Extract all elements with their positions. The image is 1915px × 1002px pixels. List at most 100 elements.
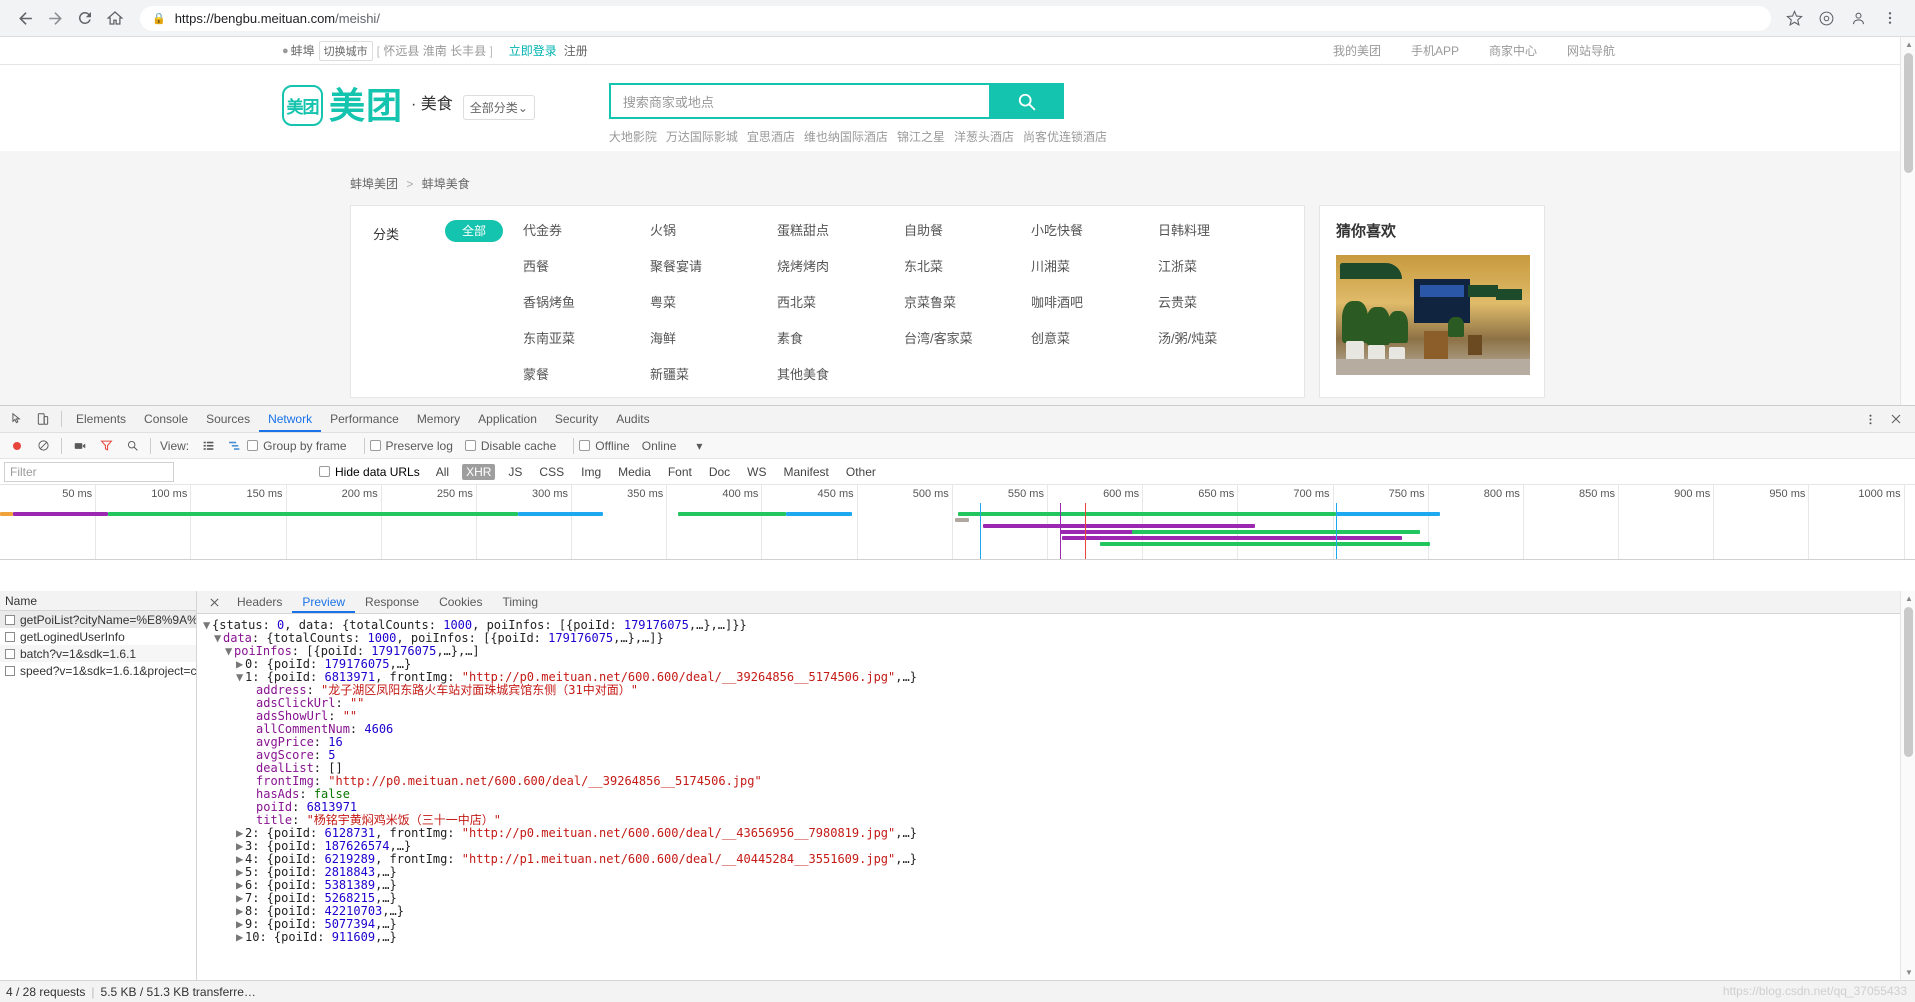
- category-item[interactable]: 咖啡酒吧: [1031, 292, 1158, 311]
- tab-audits[interactable]: Audits: [607, 406, 658, 432]
- category-item[interactable]: 其他美食: [777, 364, 904, 383]
- json-line[interactable]: adsClickUrl: "": [203, 696, 1915, 710]
- category-item[interactable]: 自助餐: [904, 220, 1031, 239]
- request-row[interactable]: batch?v=1&sdk=1.6.1: [0, 645, 196, 662]
- json-line[interactable]: avgPrice: 16: [203, 735, 1915, 749]
- offline-checkbox[interactable]: Offline: [579, 439, 630, 453]
- category-item[interactable]: 云贵菜: [1158, 292, 1285, 311]
- funnel-filter-icon[interactable]: [93, 433, 119, 459]
- hide-data-urls-checkbox[interactable]: Hide data URLs: [319, 465, 420, 479]
- hot-word-0[interactable]: 大地影院: [609, 128, 657, 145]
- json-line[interactable]: ▶ 9: {poiId: 5077394,…}: [203, 917, 1915, 931]
- detail-tab-headers[interactable]: Headers: [227, 591, 292, 613]
- json-line[interactable]: ▶ 2: {poiId: 6128731, frontImg: "http://p…: [203, 826, 1915, 840]
- request-checkbox[interactable]: [5, 648, 15, 659]
- tab-console[interactable]: Console: [135, 406, 197, 432]
- expand-triangle-closed-icon[interactable]: ▶: [236, 930, 245, 944]
- json-line[interactable]: ▶ 8: {poiId: 42210703,…}: [203, 904, 1915, 918]
- screenshot-camera-icon[interactable]: [67, 433, 93, 459]
- type-filter-img[interactable]: Img: [577, 464, 605, 480]
- detail-tab-cookies[interactable]: Cookies: [429, 591, 492, 613]
- restaurant-storefront-photo[interactable]: [1336, 255, 1530, 375]
- category-item[interactable]: 蛋糕甜点: [777, 220, 904, 239]
- home-icon[interactable]: [100, 3, 130, 33]
- json-line[interactable]: ▼ poiInfos: [{poiId: 179176075,…},…]: [203, 644, 1915, 658]
- nav-site-map[interactable]: 网站导航: [1567, 42, 1615, 59]
- kebab-menu-icon[interactable]: [1857, 406, 1883, 432]
- category-item[interactable]: 聚餐宴请: [650, 256, 777, 275]
- request-checkbox[interactable]: [5, 614, 15, 625]
- request-checkbox[interactable]: [5, 665, 15, 676]
- hot-word-6[interactable]: 尚客优连锁酒店: [1023, 128, 1107, 145]
- login-link[interactable]: 立即登录: [509, 42, 557, 59]
- json-line[interactable]: hasAds: false: [203, 787, 1915, 801]
- category-item[interactable]: 海鲜: [650, 328, 777, 347]
- scroll-up-arrow[interactable]: ▲: [1905, 40, 1913, 49]
- scroll-up-arrow[interactable]: ▲: [1905, 594, 1913, 603]
- nearby-city-0[interactable]: 怀远县: [383, 44, 419, 58]
- category-item[interactable]: 江浙菜: [1158, 256, 1285, 275]
- detail-tab-timing[interactable]: Timing: [492, 591, 548, 613]
- json-line[interactable]: adsShowUrl: "": [203, 709, 1915, 723]
- category-select[interactable]: 全部分类⌄: [462, 95, 535, 120]
- type-filter-manifest[interactable]: Manifest: [780, 464, 833, 480]
- hot-word-5[interactable]: 洋葱头酒店: [954, 128, 1014, 145]
- reload-icon[interactable]: [70, 3, 100, 33]
- type-filter-css[interactable]: CSS: [535, 464, 568, 480]
- tab-sources[interactable]: Sources: [197, 406, 259, 432]
- record-stop-icon[interactable]: [4, 433, 30, 459]
- tab-memory[interactable]: Memory: [408, 406, 469, 432]
- list-view-icon[interactable]: [195, 433, 221, 459]
- nearby-city-1[interactable]: 淮南: [423, 44, 447, 58]
- group-by-frame-checkbox[interactable]: Group by frame: [247, 439, 347, 453]
- search-button[interactable]: [988, 83, 1064, 119]
- category-item[interactable]: 新疆菜: [650, 364, 777, 383]
- request-row[interactable]: speed?v=1&sdk=1.6.1&project=com.sa…: [0, 662, 196, 679]
- category-item[interactable]: 烧烤烤肉: [777, 256, 904, 275]
- kebab-menu-icon[interactable]: [1875, 3, 1905, 33]
- category-item[interactable]: 西餐: [523, 256, 650, 275]
- page-scroll-thumb[interactable]: [1904, 53, 1913, 173]
- type-filter-media[interactable]: Media: [614, 464, 655, 480]
- switch-city-button[interactable]: 切换城市: [318, 40, 373, 61]
- tab-elements[interactable]: Elements: [67, 406, 135, 432]
- type-filter-other[interactable]: Other: [842, 464, 880, 480]
- network-timeline[interactable]: 50 ms 100 ms 150 ms 200 ms 250 ms 300 ms 350 m…: [0, 485, 1915, 560]
- hot-word-1[interactable]: 万达国际影城: [666, 128, 738, 145]
- category-item[interactable]: 素食: [777, 328, 904, 347]
- search-icon[interactable]: [119, 433, 145, 459]
- json-line[interactable]: address: "龙子湖区凤阳东路火车站对面珠城宾馆东侧（31中对面）": [203, 683, 1915, 697]
- throttling-select[interactable]: Online: [642, 439, 677, 453]
- close-icon[interactable]: [201, 589, 227, 615]
- inspect-element-icon[interactable]: [4, 406, 30, 432]
- address-bar[interactable]: 🔒 https://bengbu.meituan.com/meishi/: [140, 5, 1771, 31]
- category-item[interactable]: 日韩料理: [1158, 220, 1285, 239]
- type-filter-font[interactable]: Font: [664, 464, 696, 480]
- category-item[interactable]: 蒙餐: [523, 364, 650, 383]
- tab-application[interactable]: Application: [469, 406, 546, 432]
- device-toolbar-icon[interactable]: [30, 406, 56, 432]
- search-input[interactable]: 搜索商家或地点: [608, 83, 989, 119]
- clear-icon[interactable]: [30, 433, 56, 459]
- category-item[interactable]: 代金券: [523, 220, 650, 239]
- nav-merchant-center[interactable]: 商家中心: [1489, 42, 1537, 59]
- breadcrumb-root[interactable]: 蚌埠美团: [350, 177, 398, 191]
- extension-icon[interactable]: [1811, 3, 1841, 33]
- request-checkbox[interactable]: [5, 631, 15, 642]
- back-arrow-icon[interactable]: [10, 3, 40, 33]
- expand-triangle-open-icon[interactable]: ▼: [214, 631, 223, 645]
- json-line[interactable]: avgScore: 5: [203, 748, 1915, 762]
- type-filter-ws[interactable]: WS: [743, 464, 770, 480]
- json-line[interactable]: ▶ 10: {poiId: 911609,…}: [203, 930, 1915, 944]
- json-line[interactable]: frontImg: "http://p0.meituan.net/600.600…: [203, 774, 1915, 788]
- tab-performance[interactable]: Performance: [321, 406, 408, 432]
- site-logo[interactable]: 美团 美团 · 美食: [282, 83, 453, 127]
- hot-word-4[interactable]: 锦江之星: [897, 128, 945, 145]
- json-line[interactable]: ▶ 5: {poiId: 2818843,…}: [203, 865, 1915, 879]
- expand-triangle-open-icon[interactable]: ▼: [225, 644, 234, 658]
- forward-arrow-icon[interactable]: [40, 3, 70, 33]
- type-filter-xhr[interactable]: XHR: [462, 463, 496, 480]
- category-item[interactable]: 火锅: [650, 220, 777, 239]
- page-scrollbar[interactable]: ▲ ▼: [1900, 37, 1915, 442]
- disable-cache-checkbox[interactable]: Disable cache: [464, 439, 556, 453]
